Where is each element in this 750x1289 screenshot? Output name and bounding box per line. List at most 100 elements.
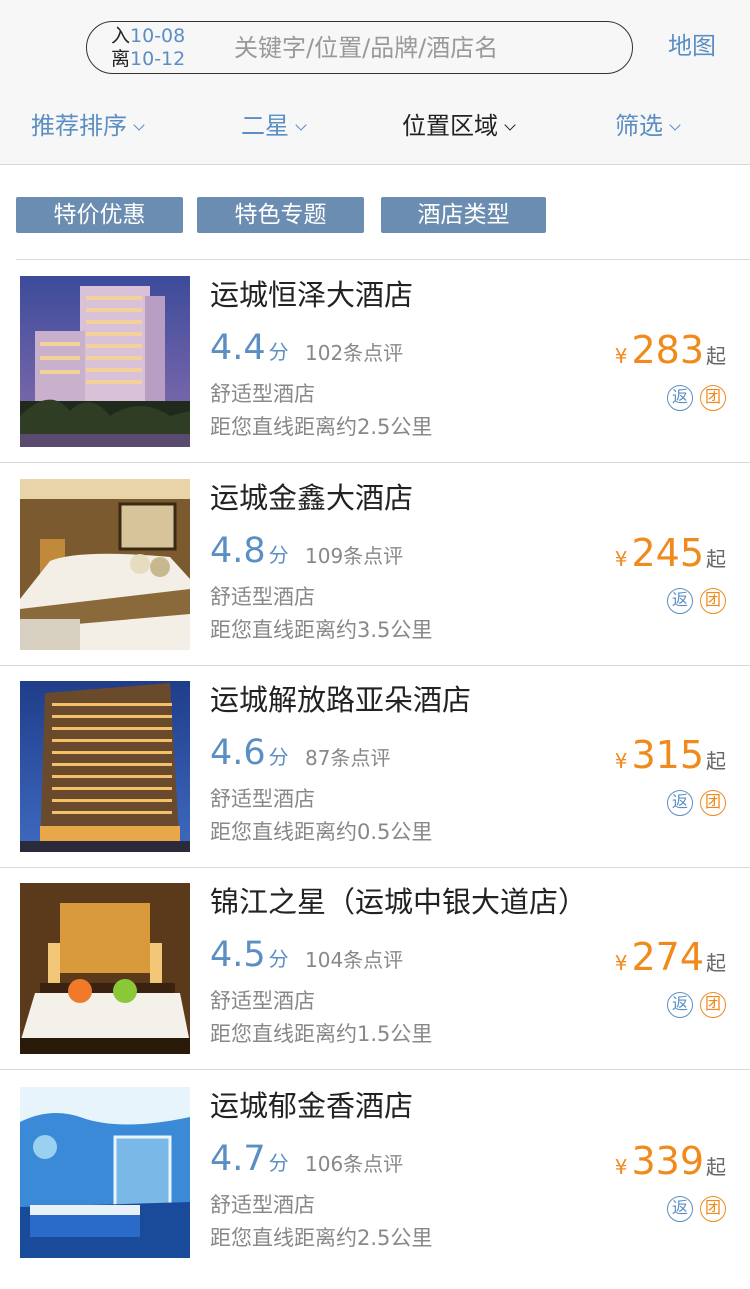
score-unit: 分 bbox=[268, 745, 289, 769]
date-range[interactable]: 入10-08 离10-12 bbox=[111, 25, 185, 71]
chip-hotel-type[interactable]: 酒店类型 bbox=[381, 197, 546, 233]
currency-symbol: ¥ bbox=[614, 749, 628, 773]
hotel-type: 舒适型酒店 bbox=[210, 382, 315, 406]
hotel-price: ¥274 起 bbox=[615, 937, 726, 985]
hotel-type: 舒适型酒店 bbox=[210, 989, 315, 1013]
score-unit: 分 bbox=[268, 340, 289, 364]
cashback-badge-icon: 返 bbox=[667, 992, 693, 1018]
hotel-name: 运城郁金香酒店 bbox=[210, 1089, 414, 1123]
chip-featured-topic[interactable]: 特色专题 bbox=[197, 197, 364, 233]
hotel-score: 4.4 分 bbox=[210, 328, 289, 374]
chevron-down-icon bbox=[504, 119, 516, 131]
badges: 返 团 bbox=[667, 992, 727, 1018]
group-buy-badge-icon: 团 bbox=[700, 385, 726, 411]
hotel-list-item[interactable]: 运城恒泽大酒店 4.4 分 102条点评 舒适型酒店 距您直线距离约2.5公里 ¥… bbox=[0, 260, 750, 463]
checkin-date: 10-08 bbox=[130, 25, 186, 47]
hotel-distance: 距您直线距离约2.5公里 bbox=[210, 415, 433, 439]
price-amount: 245 bbox=[631, 531, 704, 575]
price-amount: 283 bbox=[631, 328, 704, 372]
hotel-list-item[interactable]: 锦江之星（运城中银大道店） 4.5 分 104条点评 舒适型酒店 距您直线距离约1… bbox=[0, 867, 750, 1070]
hotel-type: 舒适型酒店 bbox=[210, 1193, 315, 1217]
price-suffix: 起 bbox=[706, 344, 726, 368]
group-buy-badge-icon: 团 bbox=[700, 992, 726, 1018]
search-box[interactable]: 入10-08 离10-12 关键字/位置/品牌/酒店名 bbox=[86, 21, 633, 74]
checkout-date: 10-12 bbox=[130, 48, 186, 70]
chevron-down-icon bbox=[133, 119, 145, 131]
hotel-price: ¥245 起 bbox=[615, 533, 726, 581]
currency-symbol: ¥ bbox=[614, 1155, 628, 1179]
group-buy-badge-icon: 团 bbox=[700, 1196, 726, 1222]
chevron-down-icon bbox=[295, 119, 307, 131]
review-count: 106条点评 bbox=[305, 1152, 404, 1176]
cashback-badge-icon: 返 bbox=[667, 385, 693, 411]
currency-symbol: ¥ bbox=[614, 547, 628, 571]
score-unit: 分 bbox=[268, 947, 289, 971]
hotel-price: ¥339 起 bbox=[615, 1141, 726, 1189]
hotel-thumbnail[interactable] bbox=[20, 883, 190, 1054]
hotel-name: 运城金鑫大酒店 bbox=[210, 481, 414, 515]
header-bar: 入10-08 离10-12 关键字/位置/品牌/酒店名 地图 推荐排序 二星 位… bbox=[0, 0, 750, 165]
cashback-badge-icon: 返 bbox=[667, 790, 693, 816]
review-count: 109条点评 bbox=[305, 544, 404, 568]
price-amount: 315 bbox=[631, 733, 704, 777]
review-count: 87条点评 bbox=[305, 746, 391, 770]
search-input[interactable]: 关键字/位置/品牌/酒店名 bbox=[234, 33, 498, 63]
currency-symbol: ¥ bbox=[614, 344, 628, 368]
hotel-distance: 距您直线距离约3.5公里 bbox=[210, 618, 433, 642]
hotel-score: 4.6 分 bbox=[210, 733, 289, 779]
hotel-thumbnail[interactable] bbox=[20, 479, 190, 650]
filter-location[interactable]: 位置区域 bbox=[402, 110, 516, 142]
hotel-price: ¥283 起 bbox=[615, 330, 726, 378]
hotel-score: 4.5 分 bbox=[210, 935, 289, 981]
hotel-thumbnail[interactable] bbox=[20, 1087, 190, 1258]
group-buy-badge-icon: 团 bbox=[700, 588, 726, 614]
price-suffix: 起 bbox=[706, 547, 726, 571]
checkin-label: 入 bbox=[111, 25, 131, 47]
hotel-type: 舒适型酒店 bbox=[210, 585, 315, 609]
hotel-list-item[interactable]: 运城解放路亚朵酒店 4.6 分 87条点评 舒适型酒店 距您直线距离约0.5公里 … bbox=[0, 665, 750, 868]
hotel-name: 锦江之星（运城中银大道店） bbox=[210, 885, 588, 919]
hotel-thumbnail[interactable] bbox=[20, 276, 190, 447]
currency-symbol: ¥ bbox=[614, 951, 628, 975]
sort-recommended[interactable]: 推荐排序 bbox=[31, 110, 145, 142]
hotel-list-item[interactable]: 运城金鑫大酒店 4.8 分 109条点评 舒适型酒店 距您直线距离约3.5公里 ¥… bbox=[0, 463, 750, 666]
score-unit: 分 bbox=[268, 1151, 289, 1175]
price-amount: 274 bbox=[631, 935, 704, 979]
score-value: 4.5 bbox=[210, 935, 266, 975]
hotel-thumbnail[interactable] bbox=[20, 681, 190, 852]
cashback-badge-icon: 返 bbox=[667, 588, 693, 614]
group-buy-badge-icon: 团 bbox=[700, 790, 726, 816]
filter-star[interactable]: 二星 bbox=[241, 110, 307, 142]
score-value: 4.4 bbox=[210, 328, 266, 368]
badges: 返 团 bbox=[667, 790, 727, 816]
filter-location-label: 位置区域 bbox=[402, 112, 498, 140]
score-value: 4.8 bbox=[210, 531, 266, 571]
price-suffix: 起 bbox=[706, 951, 726, 975]
badges: 返 团 bbox=[667, 385, 727, 411]
checkout-label: 离 bbox=[111, 48, 131, 70]
hotel-score: 4.7 分 bbox=[210, 1139, 289, 1185]
hotel-price: ¥315 起 bbox=[615, 735, 726, 783]
map-button[interactable]: 地图 bbox=[668, 31, 716, 61]
score-value: 4.6 bbox=[210, 733, 266, 773]
hotel-distance: 距您直线距离约0.5公里 bbox=[210, 820, 433, 844]
hotel-list-item[interactable]: 运城郁金香酒店 4.7 分 106条点评 舒适型酒店 距您直线距离约2.5公里 ¥… bbox=[0, 1071, 750, 1289]
filter-more-label: 筛选 bbox=[615, 112, 663, 140]
hotel-name: 运城解放路亚朵酒店 bbox=[210, 683, 472, 717]
cashback-badge-icon: 返 bbox=[667, 1196, 693, 1222]
hotel-type: 舒适型酒店 bbox=[210, 787, 315, 811]
score-value: 4.7 bbox=[210, 1139, 266, 1179]
price-amount: 339 bbox=[631, 1139, 704, 1183]
price-suffix: 起 bbox=[706, 749, 726, 773]
divider bbox=[0, 1069, 750, 1070]
filter-more[interactable]: 筛选 bbox=[615, 110, 681, 142]
price-suffix: 起 bbox=[706, 1155, 726, 1179]
chip-special-offer[interactable]: 特价优惠 bbox=[16, 197, 183, 233]
hotel-distance: 距您直线距离约1.5公里 bbox=[210, 1022, 433, 1046]
badges: 返 团 bbox=[667, 1196, 727, 1222]
filter-star-label: 二星 bbox=[241, 112, 289, 140]
hotel-name: 运城恒泽大酒店 bbox=[210, 278, 414, 312]
chevron-down-icon bbox=[669, 119, 681, 131]
hotel-score: 4.8 分 bbox=[210, 531, 289, 577]
hotel-distance: 距您直线距离约2.5公里 bbox=[210, 1226, 433, 1250]
